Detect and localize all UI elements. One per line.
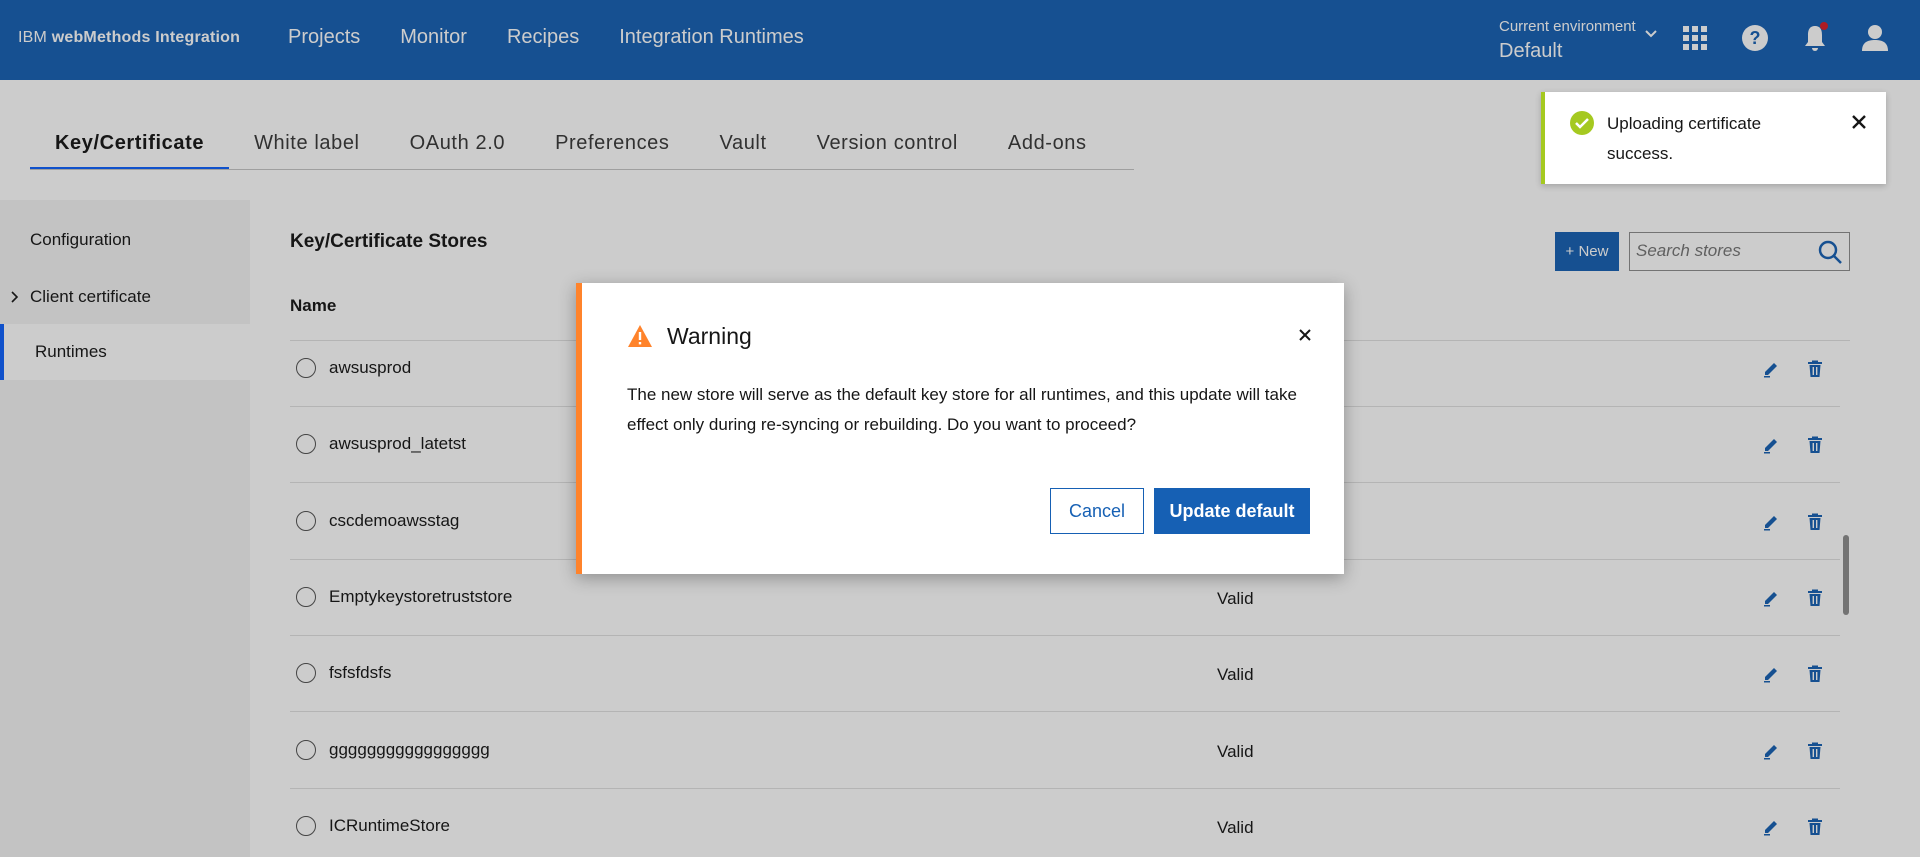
success-toast: Uploading certificate success. (1541, 92, 1886, 184)
dialog-message: The new store will serve as the default … (627, 385, 1297, 434)
warning-dialog: Warning The new store will serve as the … (576, 283, 1344, 574)
cancel-button[interactable]: Cancel (1050, 488, 1144, 534)
toast-message: Uploading certificate success. (1607, 114, 1762, 163)
update-default-button[interactable]: Update default (1154, 488, 1310, 534)
checkmark-icon (1570, 111, 1594, 135)
close-icon[interactable] (1296, 326, 1314, 344)
modal-backdrop-header (0, 0, 1920, 80)
dialog-title: Warning (667, 323, 752, 349)
close-icon[interactable] (1851, 114, 1867, 130)
warning-icon (628, 325, 652, 347)
